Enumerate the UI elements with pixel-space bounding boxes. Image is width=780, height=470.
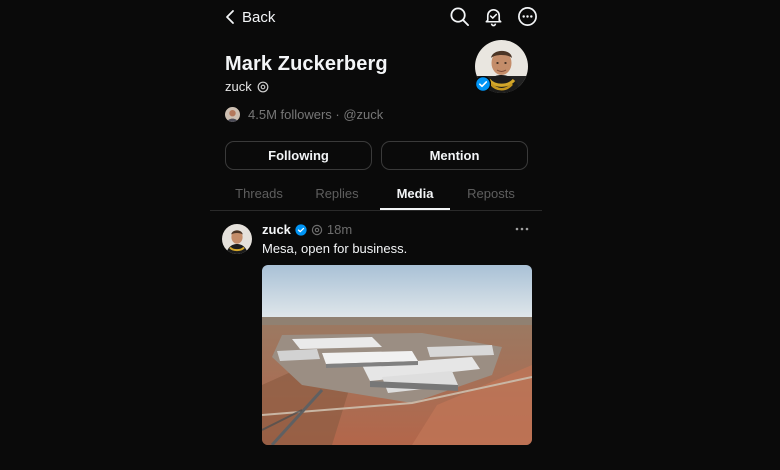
tab-threads[interactable]: Threads [224, 186, 294, 210]
verified-badge-icon [295, 223, 307, 236]
profile-handle-row: zuck [225, 79, 269, 94]
search-icon[interactable] [449, 6, 470, 27]
tab-media[interactable]: Media [380, 186, 450, 210]
tab-replies[interactable]: Replies [302, 186, 372, 210]
notification-bell-icon[interactable] [483, 6, 504, 27]
post-time: 18m [326, 222, 353, 237]
back-chevron-icon [226, 10, 234, 24]
post-author-avatar[interactable] [222, 224, 252, 254]
following-button[interactable]: Following [225, 141, 372, 170]
profile-name: Mark Zuckerberg [225, 53, 388, 75]
profile-column: Back Mark Zuckerberg zuck 4.5M followers… [210, 0, 542, 470]
tab-divider [210, 210, 542, 211]
top-icons [449, 6, 538, 27]
mention-button[interactable]: Mention [381, 141, 528, 170]
back-button[interactable]: Back [224, 6, 275, 28]
threads-logo-icon [257, 81, 269, 92]
tab-reposts[interactable]: Reposts [456, 186, 526, 210]
top-bar: Back [224, 6, 538, 28]
profile-tabs: Threads Replies Media Reposts [210, 186, 542, 211]
post-username[interactable]: zuck [262, 222, 291, 237]
followers-row[interactable]: 4.5M followers · @zuck [225, 107, 383, 122]
verified-badge-icon [475, 76, 491, 92]
more-horizontal-icon[interactable] [512, 222, 532, 236]
profile-handle: zuck [225, 79, 252, 94]
followers-text: 4.5M followers · @zuck [248, 107, 384, 122]
more-options-icon[interactable] [517, 6, 538, 27]
screen: Back Mark Zuckerberg zuck 4.5M followers… [0, 0, 780, 470]
threads-logo-icon [311, 224, 323, 235]
back-label: Back [242, 8, 276, 26]
post-media-image[interactable] [262, 265, 532, 445]
post-header: zuck 18m [262, 222, 352, 237]
follower-avatar [225, 107, 240, 122]
post-text: Mesa, open for business. [262, 241, 408, 256]
